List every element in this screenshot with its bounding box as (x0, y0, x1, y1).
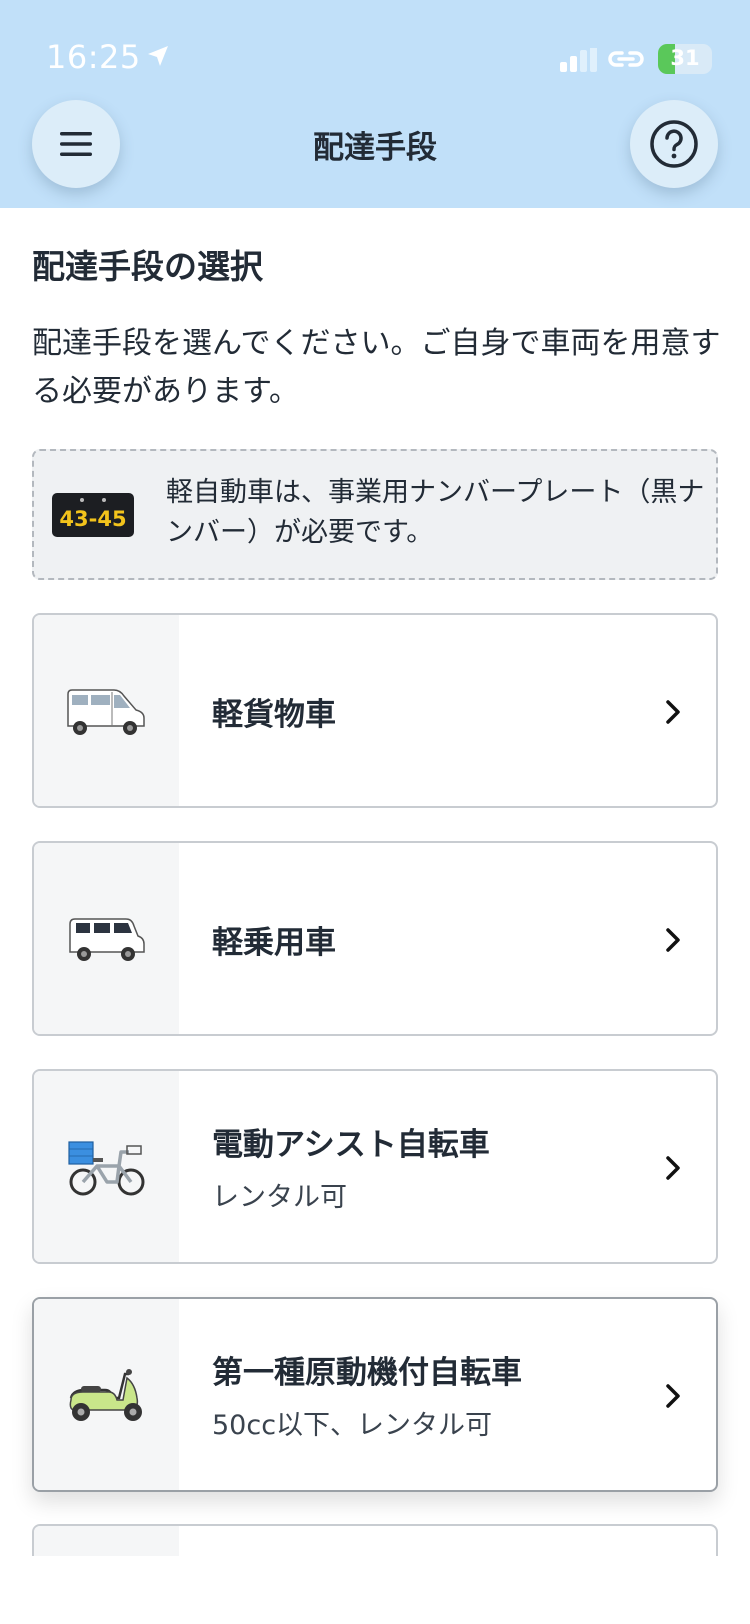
option-subtitle: 50cc以下、レンタル可 (212, 1410, 493, 1441)
scooter-icon (69, 1368, 142, 1421)
chevron-right-icon (666, 928, 680, 952)
chevron-right-icon (666, 1156, 680, 1180)
option-title: 電動アシスト自転車 (212, 1127, 490, 1163)
section-description: 配達手段を選んでください。ご自身で車両を用意する必要があります。 (32, 326, 721, 409)
option-subtitle: レンタル可 (212, 1182, 347, 1213)
location-arrow-icon (148, 46, 168, 66)
battery-icon: 31 (658, 44, 712, 74)
van-icon (66, 688, 145, 735)
app-header: 16:25 31 配達手段 (0, 0, 750, 208)
option-title: 第一種原動機付自転車 (212, 1355, 522, 1391)
status-time: 16:25 (46, 38, 141, 76)
option-card-light-cargo[interactable]: 軽貨物車 (32, 613, 718, 808)
option-card-moped[interactable]: 第一種原動機付自転車 50cc以下、レンタル可 (32, 1297, 718, 1492)
option-card-electric-bicycle[interactable]: 電動アシスト自転車 レンタル可 (32, 1069, 718, 1264)
question-mark-icon (650, 120, 698, 168)
scooter-icon-panel (34, 1299, 179, 1490)
section-title: 配達手段の選択 (32, 247, 263, 286)
electric-bicycle-icon (67, 1140, 144, 1195)
kei-car-icon-panel (34, 843, 179, 1034)
van-icon-panel (34, 615, 179, 806)
option-title: 軽乗用車 (212, 925, 336, 961)
license-plate-icon: 43-45 (52, 493, 134, 537)
help-button[interactable] (630, 100, 718, 188)
chevron-right-icon (666, 700, 680, 724)
battery-level: 31 (670, 46, 700, 70)
signal-icon (560, 48, 597, 72)
electric-bicycle-icon-panel (34, 1071, 179, 1262)
notice-text: 軽自動車は、事業用ナンバープレート（黒ナンバー）が必要です。 (166, 477, 705, 548)
plate-bolt (102, 498, 106, 502)
bottom-safe-area (0, 1556, 750, 1624)
option-card-kei-car[interactable]: 軽乗用車 (32, 841, 718, 1036)
kei-car-icon (68, 917, 145, 961)
notice-box: 43-45 軽自動車は、事業用ナンバープレート（黒ナンバー）が必要です。 (32, 449, 718, 580)
link-icon (608, 51, 644, 67)
plate-number: 43-45 (59, 507, 127, 531)
option-title: 軽貨物車 (212, 697, 336, 733)
chevron-right-icon (666, 1384, 680, 1408)
plate-bolt (80, 498, 84, 502)
